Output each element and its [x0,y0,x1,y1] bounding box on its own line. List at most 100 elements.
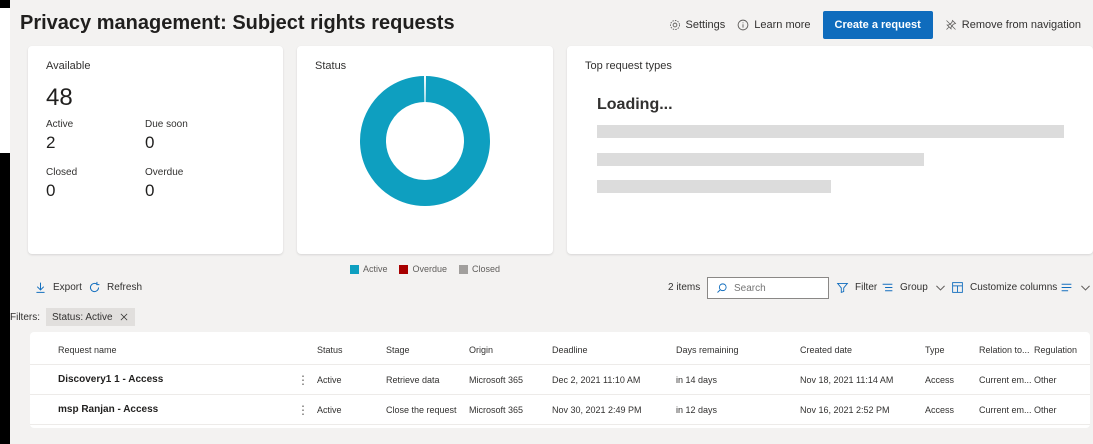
refresh-button[interactable]: Refresh [88,281,142,294]
command-bar: Export Refresh 2 items Filter Group Cust… [10,274,1093,302]
top-request-types-card: Top request types Loading... [567,46,1093,254]
list-view-icon [1061,283,1072,292]
frame-left-edge [0,8,10,153]
view-options-button[interactable] [1060,281,1092,294]
columns-icon [952,282,963,293]
stage-cell: Close the request [386,405,457,415]
filters-row: Filters: Status: Active [10,308,135,326]
closed-label: Closed [46,167,78,178]
filter-icon [836,282,849,293]
due-soon-label: Due soon [145,119,188,130]
learn-more-label: Learn more [754,19,811,31]
legend-label-overdue: Overdue [412,264,448,274]
legend-swatch-closed [459,264,469,274]
create-request-button[interactable]: Create a request [822,11,933,39]
days-remaining-cell: in 14 days [676,375,718,385]
relation-cell: Current em... [979,375,1032,385]
info-icon [737,19,749,31]
items-count: 2 items [668,282,701,293]
gear-icon [669,20,680,30]
stage-cell: Retrieve data [386,375,440,385]
remove-from-navigation-label: Remove from navigation [961,19,1081,31]
status-cell: Active [317,405,342,415]
column-header-days-remaining[interactable]: Days remaining [676,335,739,365]
legend-swatch-overdue [399,264,409,274]
filter-chip-label: Status: Active [52,311,113,323]
table-row[interactable]: msp Ranjan - Access ⋮ Active Close the r… [30,395,1090,425]
learn-more-link[interactable]: Learn more [737,19,811,31]
closed-value: 0 [46,181,56,200]
column-header-origin[interactable]: Origin [469,335,493,365]
column-header-created-date[interactable]: Created date [800,335,852,365]
type-cell: Access [925,375,955,385]
status-cell: Active [317,375,342,385]
page-title: Privacy management: Subject rights reque… [20,12,455,34]
customize-columns-button[interactable]: Customize columns [951,281,1057,294]
settings-link[interactable]: Settings [669,19,726,31]
more-options-icon[interactable]: ⋮ [297,395,309,425]
loading-placeholder-bar [597,125,1064,138]
page-header: Privacy management: Subject rights reque… [10,0,1093,46]
header-actions: Settings Learn more Create a request Rem… [669,11,1081,39]
column-header-stage[interactable]: Stage [386,335,410,365]
column-header-relation[interactable]: Relation to... [979,335,1030,365]
filter-button[interactable]: Filter [836,281,877,294]
chevron-down-icon [935,285,945,291]
column-header-status[interactable]: Status [317,335,343,365]
request-name-cell[interactable]: Discovery1 1 - Access [58,365,163,395]
regulation-cell: Other [1034,405,1057,415]
overdue-label: Overdue [145,167,184,178]
relation-cell: Current em... [979,405,1032,415]
table-row[interactable]: Discovery1 1 - Access ⋮ Active Retrieve … [30,365,1090,395]
legend-item-active: Active [349,264,388,274]
unpin-icon [945,19,957,30]
regulation-cell: Other [1034,375,1057,385]
legend-label-closed: Closed [472,264,501,274]
loading-placeholder-bar [597,153,924,166]
loading-text: Loading... [597,96,673,113]
search-box[interactable] [707,277,829,299]
group-list-icon [882,283,893,292]
deadline-cell: Nov 30, 2021 2:49 PM [552,405,642,415]
legend-label-active: Active [362,264,388,274]
request-name-cell[interactable]: msp Ranjan - Access [58,395,158,425]
settings-label: Settings [685,19,726,31]
origin-cell: Microsoft 365 [469,405,524,415]
type-cell: Access [925,405,955,415]
top-request-types-title: Top request types [585,60,672,72]
column-header-regulation[interactable]: Regulation [1034,335,1077,365]
close-icon[interactable] [119,312,129,322]
donut-slice-active [360,76,490,206]
page: Privacy management: Subject rights reque… [10,0,1093,444]
chevron-down-icon [1081,285,1090,291]
legend-item-overdue: Overdue [399,264,447,274]
filter-label: Filter [855,282,878,293]
search-input[interactable] [734,282,814,294]
filters-label: Filters: [10,311,40,323]
loading-placeholder-bar [597,180,831,193]
available-title: Available [46,60,91,72]
available-total: 48 [46,84,73,111]
origin-cell: Microsoft 365 [469,375,524,385]
export-label: Export [53,282,82,293]
more-options-icon[interactable]: ⋮ [297,365,309,395]
group-button[interactable]: Group [881,281,947,294]
filter-chip-status[interactable]: Status: Active [46,308,135,326]
column-header-request-name[interactable]: Request name [58,335,117,365]
requests-table: Request name Status Stage Origin Deadlin… [30,332,1090,428]
column-header-deadline[interactable]: Deadline [552,335,588,365]
legend-item-closed: Closed [459,264,500,274]
column-header-type[interactable]: Type [925,335,945,365]
remove-from-navigation-link[interactable]: Remove from navigation [945,19,1081,31]
overdue-value: 0 [145,181,155,200]
due-soon-value: 0 [145,133,155,152]
active-value: 2 [46,133,56,152]
deadline-cell: Dec 2, 2021 11:10 AM [552,375,641,385]
available-card: Available 48 Active 2 Due soon 0 Closed … [28,46,283,254]
table-header-row: Request name Status Stage Origin Deadlin… [30,335,1090,365]
active-label: Active [46,119,74,130]
refresh-icon [89,281,100,293]
group-label: Group [900,282,928,293]
status-card: Status Active Overdue Closed [297,46,553,274]
export-button[interactable]: Export [34,281,82,294]
